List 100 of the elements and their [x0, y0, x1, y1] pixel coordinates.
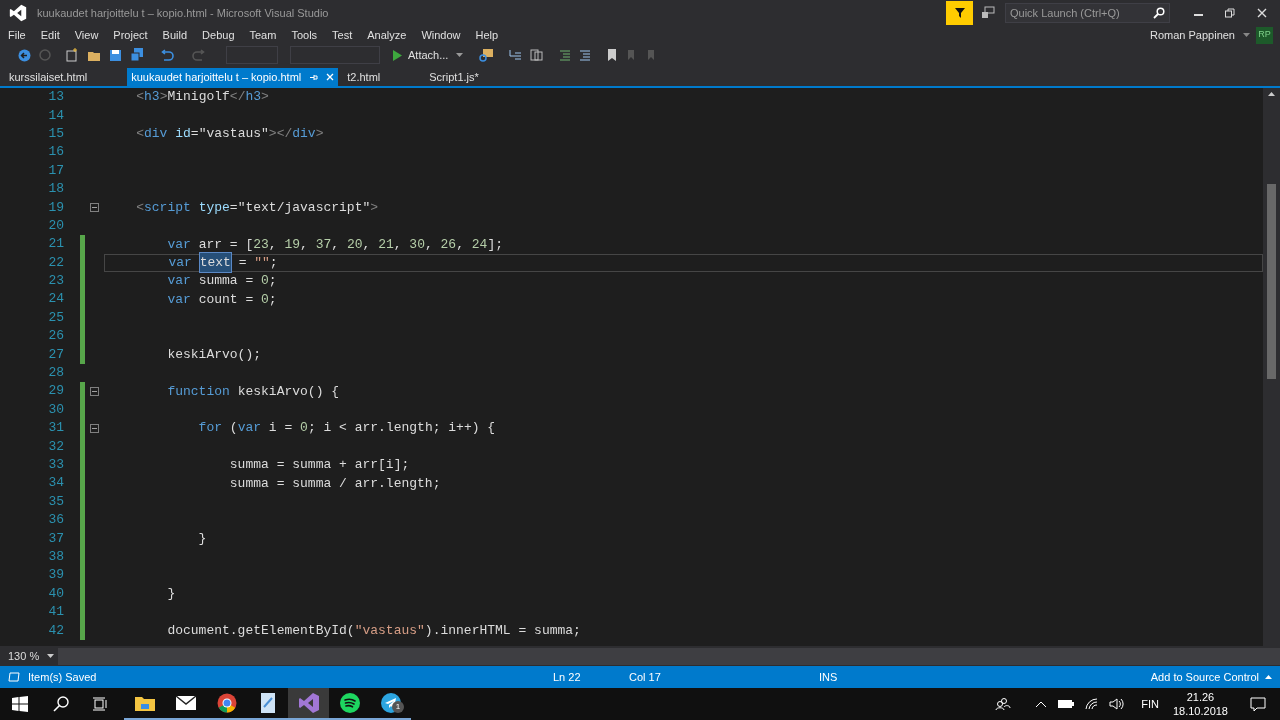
uncomment-icon[interactable] [579, 49, 592, 61]
comment-icon[interactable] [559, 49, 572, 61]
line-number: 40 [47, 584, 64, 603]
menu-item[interactable]: Test [332, 26, 353, 44]
code-token: , [300, 235, 309, 254]
scroll-thumb[interactable] [1267, 184, 1276, 379]
notification-icon[interactable] [981, 6, 995, 20]
menu-item[interactable]: Analyze [367, 26, 407, 44]
column-indicator: Col 17 [629, 669, 662, 685]
code-token: , [362, 235, 372, 254]
code-token: 30 [409, 235, 425, 254]
pages-icon[interactable] [530, 49, 544, 61]
bookmark-icon[interactable] [607, 49, 618, 61]
folder-icon [133, 694, 156, 712]
code-token: 0 [261, 290, 269, 309]
save-icon[interactable] [109, 48, 122, 62]
attach-button[interactable]: Attach... [408, 46, 449, 64]
source-control-button[interactable]: Add to Source Control [1150, 668, 1259, 686]
task-view-icon[interactable] [92, 697, 108, 711]
code-token: document.getElementById( [166, 621, 355, 640]
code-token: summa = summa + arr[i]; [228, 456, 410, 475]
step-icon[interactable] [509, 49, 523, 61]
code-token: i = [267, 419, 294, 438]
keyboard-language[interactable]: FIN [1141, 695, 1159, 713]
window-title: kuukaudet harjoittelu t – kopio.html - Microsoft Visual Studio [37, 5, 329, 21]
code-token: var [166, 235, 191, 254]
code-token: 0 [300, 419, 308, 438]
action-center-icon[interactable] [1250, 696, 1266, 712]
code-token: var [167, 253, 193, 272]
undo-icon[interactable] [160, 48, 174, 62]
new-file-icon[interactable] [65, 48, 79, 62]
editor-tab[interactable]: kurssilaiset.html [0, 68, 128, 86]
code-token: count = [197, 290, 255, 309]
line-number: 32 [47, 437, 64, 456]
zoom-level[interactable]: 130 % [8, 647, 40, 665]
code-token: for [197, 419, 223, 438]
menu-item[interactable]: Build [162, 26, 188, 44]
people-icon[interactable] [995, 697, 1012, 711]
collapse-icon[interactable] [90, 423, 99, 433]
user-name[interactable]: Roman Pappinen [1150, 26, 1235, 44]
code-token: "vastaus" [354, 621, 425, 640]
vertical-scrollbar[interactable] [1263, 88, 1280, 646]
code-token: h3 [144, 88, 160, 107]
feedback-button[interactable] [946, 1, 973, 25]
line-number: 18 [47, 180, 64, 199]
collapse-icon[interactable] [90, 386, 99, 396]
play-icon[interactable] [392, 49, 402, 61]
editor-tab[interactable]: t2.html [338, 68, 421, 86]
menu-item[interactable]: Edit [40, 26, 60, 44]
code-token: , [456, 235, 465, 254]
line-number: 26 [47, 327, 64, 346]
caret-icon [1265, 675, 1272, 679]
code-token: ="text/javascript" [229, 198, 371, 217]
back-icon[interactable] [18, 48, 31, 62]
line-number: 34 [47, 474, 64, 493]
code-token: ( [228, 419, 238, 438]
editor-tab[interactable]: Script1.js* [420, 68, 519, 86]
code-token: , [268, 235, 278, 254]
document-icon [259, 692, 276, 714]
menu-item[interactable]: Window [421, 26, 461, 44]
clock[interactable]: 21.26 18.10.2018 [1172, 690, 1228, 718]
volume-icon[interactable] [1109, 698, 1126, 710]
horizontal-scrollbar[interactable] [58, 647, 1280, 665]
code-token: 24 [471, 235, 488, 254]
code-token: ; i < arr.length; i++) { [307, 419, 496, 438]
menu-item[interactable]: Project [113, 26, 148, 44]
code-token: ></ [268, 125, 293, 144]
save-all-icon[interactable] [130, 48, 144, 62]
menu-item[interactable]: Team [249, 26, 277, 44]
code-token: 23 [253, 235, 269, 254]
close-icon[interactable] [1257, 8, 1267, 18]
line-number: 33 [47, 456, 64, 474]
chevron-up-icon[interactable] [1035, 700, 1048, 708]
menu-item[interactable]: Tools [291, 26, 318, 44]
code-token: summa = summa / arr.length; [228, 474, 441, 493]
wifi-icon[interactable] [1085, 698, 1100, 710]
code-token: < [135, 88, 144, 107]
quick-launch-field[interactable]: Quick Launch (Ctrl+Q) [1005, 3, 1170, 23]
code-token: keskiArvo(); [166, 345, 262, 364]
line-number: 23 [47, 272, 64, 291]
code-token: ).innerHTML = summa; [424, 621, 581, 640]
editor-tab[interactable]: kuukaudet harjoittelu t – kopio.html [127, 68, 339, 86]
search-icon[interactable] [53, 696, 69, 712]
code-token: > [159, 88, 168, 107]
code-token: 21 [378, 235, 394, 254]
user-avatar[interactable]: RP [1256, 26, 1273, 44]
menu-item[interactable]: Help [475, 26, 499, 44]
battery-icon[interactable] [1057, 699, 1076, 709]
windows-icon[interactable] [12, 696, 28, 712]
collapse-icon[interactable] [90, 203, 99, 213]
menu-item[interactable]: File [8, 26, 26, 44]
menu-item[interactable]: View [74, 26, 99, 44]
line-number: 20 [47, 216, 64, 235]
taskbar-app[interactable]: 1 [370, 688, 411, 720]
find-icon[interactable] [479, 48, 494, 62]
restore-icon[interactable] [1225, 8, 1235, 18]
menu-item[interactable]: Debug [202, 26, 235, 44]
code-token: > [315, 125, 324, 144]
pin-icon[interactable] [309, 72, 319, 82]
code-token: type [197, 198, 230, 217]
